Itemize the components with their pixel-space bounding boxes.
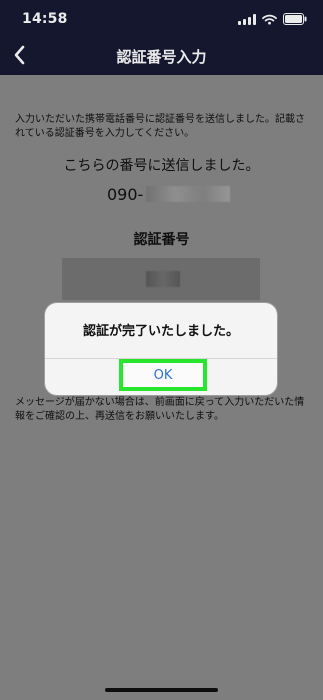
home-indicator [105,688,218,692]
screen: 14:58 認証番号入力 入力いただいた携帯電話番号に認証番号を送信しました。記… [0,0,323,700]
alert-dialog: 認証が完了いたしました。 OK [45,303,277,395]
ok-button[interactable]: OK [119,359,207,391]
alert-title: 認証が完了いたしました。 [82,324,239,339]
